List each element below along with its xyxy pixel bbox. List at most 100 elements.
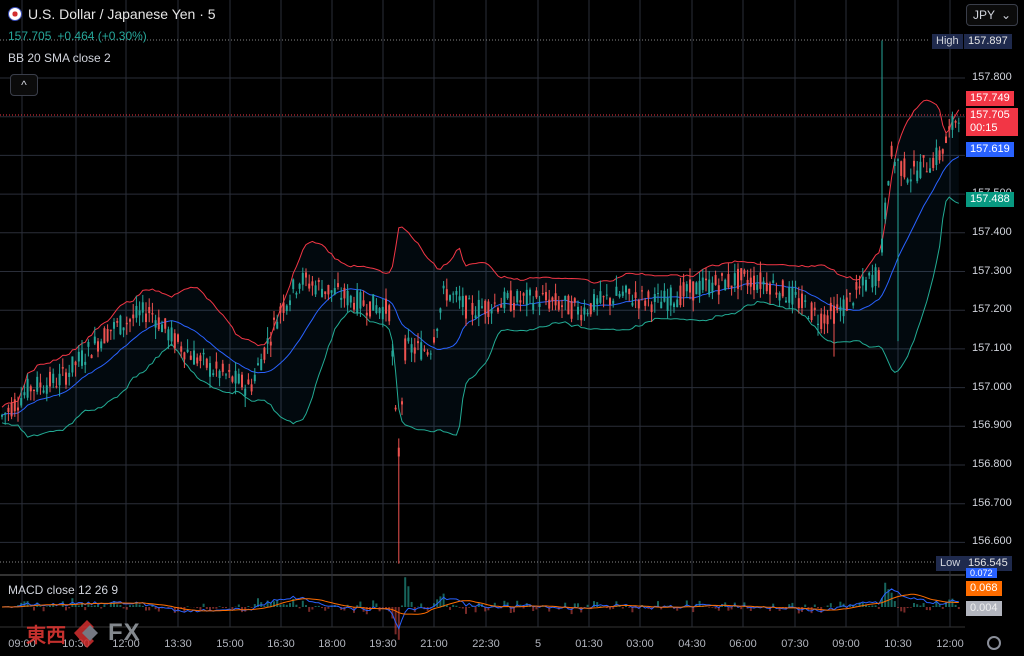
candle-body (497, 307, 499, 312)
price-tick: 156.900 (972, 419, 1012, 432)
candle-body (516, 291, 519, 303)
candle-body (7, 407, 10, 412)
candle-body (644, 300, 647, 306)
candle-body (199, 355, 202, 362)
candle-body (455, 291, 458, 295)
basis-tag: 157.619 (966, 142, 1014, 157)
candle-body (503, 291, 506, 309)
candle-body (298, 283, 301, 289)
currency-select[interactable]: JPY ⌄ (966, 4, 1018, 26)
candle-body (839, 306, 842, 311)
candle-body (861, 276, 864, 286)
candle-body (682, 282, 685, 297)
price-tick: 157.400 (972, 225, 1012, 238)
candle-body (346, 290, 349, 306)
price-tick: 157.000 (972, 380, 1012, 393)
candle-body (829, 302, 832, 312)
candle-body (177, 334, 179, 342)
candle-body (711, 282, 714, 293)
candle-body (161, 324, 163, 333)
candle-body (487, 301, 490, 317)
candle-body (925, 171, 928, 173)
logo-kanji: 東西 (26, 624, 66, 647)
candle-body (836, 304, 839, 311)
candle-body (593, 294, 595, 311)
candle-body (445, 289, 448, 301)
candle-body (93, 336, 96, 344)
candle-body (557, 301, 560, 310)
bb-indicator-label[interactable]: BB 20 SMA close 2 (8, 51, 111, 65)
candle-body (122, 327, 125, 331)
candle-body (714, 274, 717, 285)
price-tick: 156.700 (972, 496, 1012, 509)
candle-body (209, 363, 211, 377)
candle-body (605, 294, 608, 296)
candle-body (362, 300, 365, 306)
candle-body (893, 161, 896, 166)
price-tick: 157.200 (972, 303, 1012, 316)
candle-body (333, 288, 336, 295)
candle-body (957, 122, 960, 124)
candle-body (506, 293, 509, 299)
candle-body (65, 372, 67, 385)
candle-body (20, 397, 23, 406)
candle-body (871, 274, 874, 288)
candle-body (260, 359, 263, 371)
candle-body (365, 312, 368, 316)
candle-body (493, 302, 496, 304)
candle-body (932, 157, 935, 168)
bar-countdown: 00:15 (970, 122, 998, 134)
candle-body (676, 299, 679, 308)
candle-body (708, 279, 711, 295)
candle-body (628, 288, 631, 295)
candle-body (740, 268, 743, 281)
candle-body (791, 287, 794, 305)
candle-body (417, 341, 419, 344)
candle-body (125, 322, 128, 325)
candle-body (484, 300, 487, 315)
candle-body (132, 314, 135, 319)
collapse-indicators-button[interactable]: ^ (10, 74, 38, 96)
candle-body (58, 373, 61, 386)
candle-body (753, 275, 755, 291)
price-chart[interactable] (0, 0, 1024, 656)
candle-body (618, 293, 621, 297)
candle-body (205, 358, 208, 368)
candle-body (529, 289, 531, 296)
candle-body (458, 296, 461, 301)
candle-body (106, 328, 109, 342)
candle-body (17, 407, 19, 411)
histogram-tag: 0.004 (966, 601, 1002, 616)
candle-body (634, 292, 637, 298)
candle-body (81, 350, 83, 366)
candle-body (407, 337, 410, 342)
candle-body (84, 361, 87, 365)
candle-body (519, 300, 522, 303)
time-tick: 04:30 (678, 638, 706, 650)
candle-body (717, 285, 720, 295)
candle-body (481, 306, 483, 308)
macd-tag: 0.072 (966, 568, 997, 578)
candle-body (743, 270, 746, 274)
candle-body (372, 294, 375, 311)
candle-body (116, 321, 119, 323)
candle-body (730, 285, 733, 288)
candle-body (29, 386, 32, 392)
gear-icon[interactable] (987, 636, 1001, 650)
candle-body (535, 290, 538, 298)
candle-body (596, 298, 599, 305)
candle-body (343, 287, 346, 299)
candle-body (138, 310, 141, 316)
candle-body (954, 120, 957, 123)
candle-body (375, 305, 378, 314)
candle-body (490, 309, 493, 314)
time-tick: 07:30 (781, 638, 809, 650)
candle-body (148, 307, 151, 314)
candle-body (804, 300, 807, 302)
candle-body (749, 277, 752, 287)
candle-body (589, 303, 592, 315)
macd-indicator-label[interactable]: MACD close 12 26 9 (8, 583, 118, 597)
price-tick: 157.800 (972, 71, 1012, 83)
candle-body (842, 299, 845, 317)
candle-body (797, 298, 800, 309)
